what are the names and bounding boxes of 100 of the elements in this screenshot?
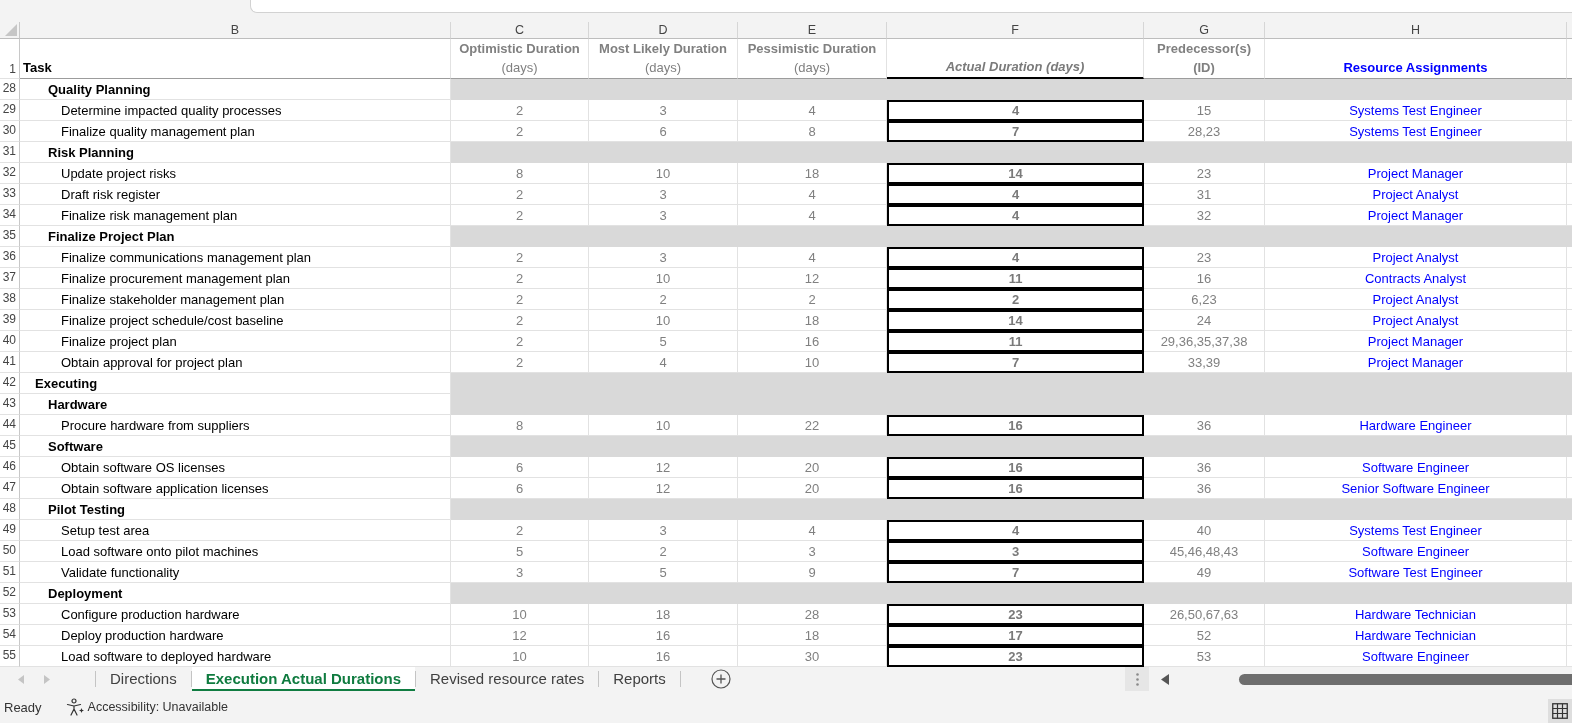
- predecessor-cell: 26,50,67,63: [1144, 604, 1265, 625]
- row-number: 50: [0, 541, 20, 562]
- actual-duration-cell: 17: [887, 625, 1144, 646]
- task-cell: Update project risks: [20, 163, 451, 184]
- predecessor-cell: 23: [1144, 247, 1265, 268]
- duration-cell: 5: [451, 541, 589, 562]
- vertical-dots-icon: [1135, 672, 1139, 686]
- actual-duration-cell: 3: [887, 541, 1144, 562]
- task-cell: Finalize communications management plan: [20, 247, 451, 268]
- actual-duration-cell: 16: [887, 478, 1144, 499]
- duration-cell: 10: [589, 163, 738, 184]
- actual-duration-cell: 4: [887, 184, 1144, 205]
- duration-cell: 10: [451, 604, 589, 625]
- duration-cell: 5: [589, 331, 738, 352]
- row-number: 31: [0, 142, 20, 163]
- row-number: 55: [0, 646, 20, 667]
- predecessor-cell: 23: [1144, 163, 1265, 184]
- add-circle-icon[interactable]: [710, 669, 731, 689]
- resource-cell: Software Engineer: [1265, 457, 1567, 478]
- duration-cell: 2: [451, 268, 589, 289]
- duration-cell: 8: [451, 163, 589, 184]
- resource-cell: Project Analyst: [1265, 289, 1567, 310]
- row-number: 45: [0, 436, 20, 457]
- actual-duration-cell: 11: [887, 331, 1144, 352]
- resource-cell: Software Engineer: [1265, 541, 1567, 562]
- resource-cell: Project Manager: [1265, 163, 1567, 184]
- actual-duration-cell: 7: [887, 352, 1144, 373]
- task-cell: Configure production hardware: [20, 604, 451, 625]
- row-number: 52: [0, 583, 20, 604]
- task-cell: Determine impacted quality processes: [20, 100, 451, 121]
- resource-cell: Project Analyst: [1265, 247, 1567, 268]
- accessibility-status[interactable]: Accessibility: Unavailable: [87, 700, 228, 714]
- sheet-tab[interactable]: Execution Actual Durations: [191, 667, 415, 691]
- duration-cell: 2: [451, 289, 589, 310]
- task-cell: Draft risk register: [20, 184, 451, 205]
- resource-cell: Systems Test Engineer: [1265, 100, 1567, 121]
- sheet-tab[interactable]: Reports: [599, 667, 680, 691]
- row-number: 47: [0, 478, 20, 499]
- row-number: 35: [0, 226, 20, 247]
- actual-duration-cell: 14: [887, 163, 1144, 184]
- actual-duration-cell: 16: [887, 415, 1144, 436]
- heading-cell: Deployment: [20, 583, 451, 604]
- normal-view-button[interactable]: [1548, 699, 1572, 723]
- row-number: 39: [0, 310, 20, 331]
- row-number: 53: [0, 604, 20, 625]
- duration-cell: 16: [589, 625, 738, 646]
- row-number: 29: [0, 100, 20, 121]
- formula-bar-field[interactable]: [250, 0, 1572, 13]
- row-number: 46: [0, 457, 20, 478]
- resource-cell: Project Manager: [1265, 331, 1567, 352]
- caret-left-icon[interactable]: [1161, 673, 1169, 685]
- column-letter: E: [738, 22, 887, 39]
- duration-cell: 12: [589, 457, 738, 478]
- resource-cell: Project Analyst: [1265, 184, 1567, 205]
- column-letter: F: [887, 22, 1144, 39]
- row-number: 38: [0, 289, 20, 310]
- heading-cell: Pilot Testing: [20, 499, 451, 520]
- task-cell: Load software onto pilot machines: [20, 541, 451, 562]
- accessibility-person-icon[interactable]: [65, 698, 85, 716]
- heading-cell: Risk Planning: [20, 142, 451, 163]
- duration-cell: 6: [451, 457, 589, 478]
- split-handle[interactable]: [1125, 667, 1149, 691]
- actual-duration-cell: 4: [887, 205, 1144, 226]
- row-number: 37: [0, 268, 20, 289]
- row-number: 40: [0, 331, 20, 352]
- column-letter: G: [1144, 22, 1265, 39]
- duration-cell: 2: [451, 184, 589, 205]
- row-number: 30: [0, 121, 20, 142]
- sheet-tab[interactable]: Revised resource rates: [416, 667, 599, 691]
- row-number: 44: [0, 415, 20, 436]
- actual-duration-cell: 11: [887, 268, 1144, 289]
- task-cell: Finalize quality management plan: [20, 121, 451, 142]
- row-number: 49: [0, 520, 20, 541]
- actual-duration-cell: 14: [887, 310, 1144, 331]
- heading-cell: Executing: [20, 373, 451, 394]
- predecessor-cell: 6,23: [1144, 289, 1265, 310]
- column-letter: C: [451, 22, 589, 39]
- actual-duration-cell: 4: [887, 100, 1144, 121]
- heading-cell: Software: [20, 436, 451, 457]
- predecessor-cell: 16: [1144, 268, 1265, 289]
- task-cell: Finalize stakeholder management plan: [20, 289, 451, 310]
- predecessor-cell: 40: [1144, 520, 1265, 541]
- predecessor-cell: 29,36,35,37,38: [1144, 331, 1265, 352]
- task-cell: Procure hardware from suppliers: [20, 415, 451, 436]
- duration-cell: 2: [451, 331, 589, 352]
- row-number: 51: [0, 562, 20, 583]
- duration-cell: 2: [451, 520, 589, 541]
- duration-cell: 10: [589, 268, 738, 289]
- actual-duration-cell: 16: [887, 457, 1144, 478]
- predecessor-cell: 36: [1144, 457, 1265, 478]
- duration-cell: 3: [589, 184, 738, 205]
- actual-duration-cell: 23: [887, 646, 1144, 667]
- row-number: 32: [0, 163, 20, 184]
- scrollbar-thumb[interactable]: [1239, 673, 1572, 685]
- heading-cell: Quality Planning: [20, 79, 451, 100]
- task-cell: Finalize risk management plan: [20, 205, 451, 226]
- duration-cell: 2: [451, 247, 589, 268]
- sheet-tab[interactable]: Directions: [96, 667, 191, 691]
- predecessor-cell: 52: [1144, 625, 1265, 646]
- duration-cell: 10: [589, 310, 738, 331]
